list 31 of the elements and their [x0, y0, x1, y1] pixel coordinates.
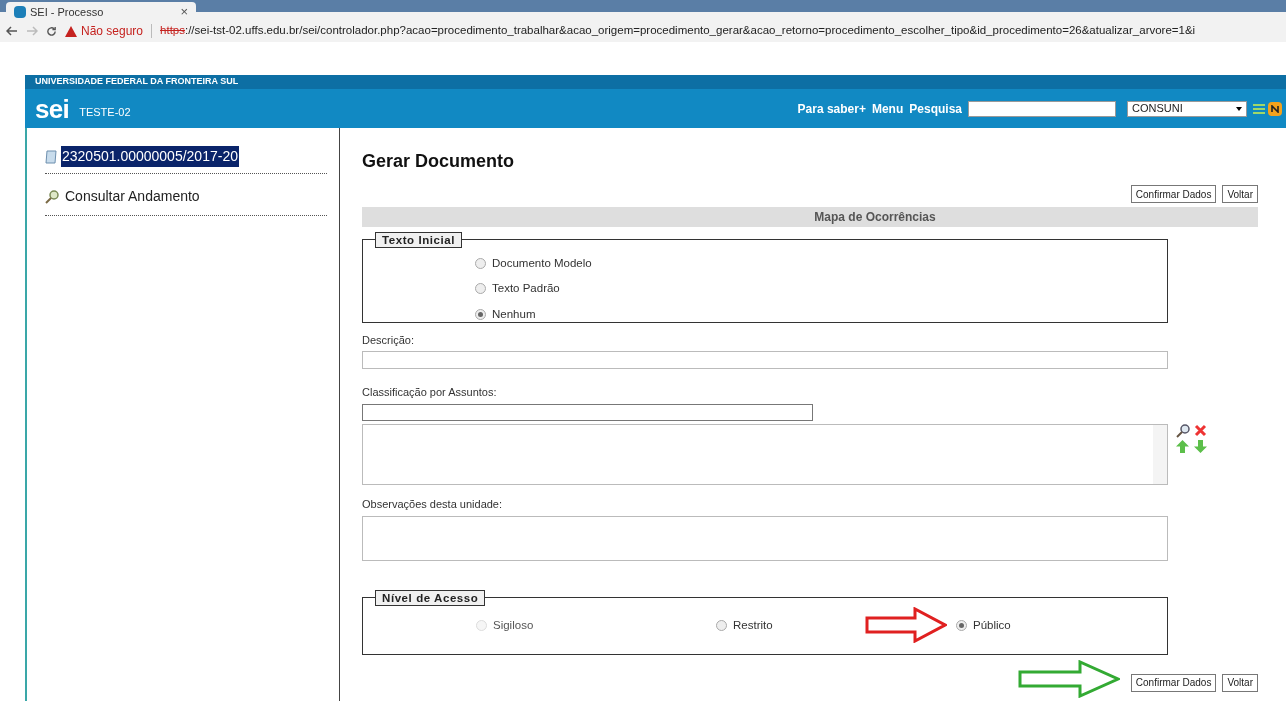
radio-label: Nenhum: [492, 306, 536, 322]
institution-name: UNIVERSIDADE FEDERAL DA FRONTEIRA SUL: [35, 75, 239, 89]
radio-label: Público: [973, 617, 1011, 633]
environment-label: TESTE-02: [79, 105, 131, 121]
form-button[interactable]: Confirmar Dados: [1130, 185, 1217, 203]
tree-item[interactable]: Consultar Andamento: [65, 186, 200, 207]
radio-label: Sigiloso: [493, 617, 534, 633]
header-link[interactable]: Menu: [871, 99, 904, 118]
field-label: Observações desta unidade:: [362, 497, 504, 512]
header-link[interactable]: Para saber+: [797, 99, 866, 118]
radio-label: Texto Padrão: [492, 281, 560, 297]
close-icon[interactable]: ×: [180, 2, 188, 22]
unit-select[interactable]: CONSUNI: [1127, 100, 1247, 117]
header-link[interactable]: Pesquisa: [909, 99, 962, 118]
unit-name: CONSUNI: [1132, 101, 1183, 117]
form-button[interactable]: Voltar: [1222, 673, 1258, 692]
radio-label: Documento Modelo: [492, 256, 592, 271]
fieldset-legend: Nível de Acesso: [375, 589, 486, 606]
radio-label: Restrito: [733, 617, 773, 633]
security-label[interactable]: Não seguro: [81, 22, 144, 40]
section-title: Mapa de Ocorrências: [814, 209, 936, 226]
address-field[interactable]: https://sei-tst-02.uffs.edu.br/sei/controlador.php?acao=procedimento_trabalhar&acao_origem=procedimento_gerar&acao_retorno=procedimento_escolher_tipo&id_procedimento=26&atualizar_arvore=1&i: [160, 22, 1196, 40]
tab-title: SEI - Processo: [30, 4, 105, 20]
tree-item[interactable]: 2320501.00000005/2017-20: [61, 146, 239, 167]
field-label: Descrição:: [362, 333, 415, 348]
form-button[interactable]: Voltar: [1222, 185, 1258, 203]
field-label: Classificação por Assuntos:: [362, 384, 498, 400]
logo: sei: [35, 95, 70, 122]
form-button[interactable]: Confirmar Dados: [1130, 673, 1217, 692]
fieldset-legend: Texto Inicial: [375, 232, 463, 248]
page-title: Gerar Documento: [362, 150, 516, 173]
